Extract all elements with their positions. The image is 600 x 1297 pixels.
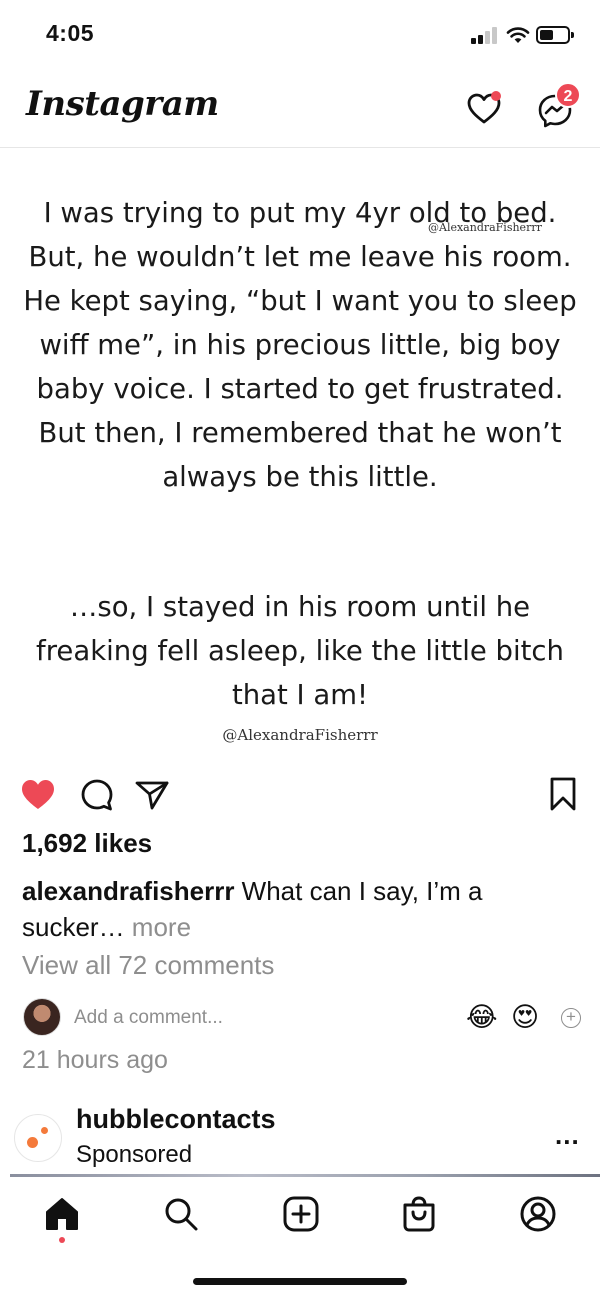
status-time: 4:05 (46, 20, 95, 46)
sponsored-label: Sponsored (76, 1141, 193, 1168)
watermark-bottom: @AlexandraFisherrr (222, 726, 378, 744)
instagram-logo[interactable]: Instagram (26, 84, 219, 124)
home-active-dot (59, 1237, 65, 1243)
post-timestamp: 21 hours ago (22, 1046, 168, 1074)
post-image-text-2: …so, I stayed in his room until he freak… (36, 591, 564, 711)
emoji-heart-eyes[interactable]: 😍 (511, 1001, 539, 1033)
messages-button[interactable]: 2 (536, 82, 581, 128)
home-icon[interactable] (42, 1194, 82, 1234)
sponsor-username[interactable]: hubblecontacts (76, 1104, 276, 1135)
messages-badge: 2 (555, 82, 581, 108)
emoji-laughing[interactable]: 😂 (466, 1001, 498, 1033)
sponsored-post-header: hubblecontacts Sponsored ... (0, 1100, 600, 1175)
caption-username[interactable]: alexandrafisherrr (22, 876, 234, 906)
post-actions (0, 772, 600, 818)
avatar (23, 998, 61, 1036)
cellular-signal-icon (471, 27, 501, 44)
new-post-icon[interactable] (281, 1194, 321, 1234)
bottom-nav (0, 1180, 600, 1297)
add-emoji-icon[interactable]: + (561, 1008, 581, 1028)
post-caption: alexandrafisherrr What can I say, I’m a … (22, 873, 582, 945)
search-icon[interactable] (161, 1194, 201, 1234)
post-image[interactable]: I was trying to put my 4yr old to bed. B… (0, 149, 600, 762)
sponsored-image-preview (10, 1174, 600, 1177)
sponsor-avatar[interactable] (14, 1114, 62, 1162)
shop-icon[interactable] (399, 1194, 439, 1234)
comment-icon[interactable] (80, 778, 114, 812)
app-header: Instagram 2 (0, 70, 600, 148)
like-heart-icon[interactable] (20, 778, 56, 812)
add-comment-row: Add a comment... 😂 😍 + (0, 998, 600, 1038)
caption-more-link[interactable]: more (125, 912, 191, 942)
view-all-comments-link[interactable]: View all 72 comments (22, 950, 274, 981)
profile-icon[interactable] (518, 1194, 558, 1234)
home-indicator (193, 1278, 407, 1285)
likes-count[interactable]: 1,692 likes (22, 828, 152, 859)
activity-dot (491, 91, 501, 101)
more-options-icon[interactable]: ... (555, 1120, 580, 1151)
battery-icon (536, 26, 574, 44)
add-comment-input[interactable]: Add a comment... (74, 1007, 223, 1029)
bookmark-icon[interactable] (548, 776, 578, 812)
post-image-text: I was trying to put my 4yr old to bed. B… (23, 197, 577, 493)
wifi-icon (506, 27, 530, 43)
status-bar: 4:05 (0, 0, 600, 70)
activity-button[interactable] (466, 90, 506, 126)
watermark-top: @AlexandraFisherrr (428, 221, 542, 234)
share-icon[interactable] (134, 778, 170, 812)
